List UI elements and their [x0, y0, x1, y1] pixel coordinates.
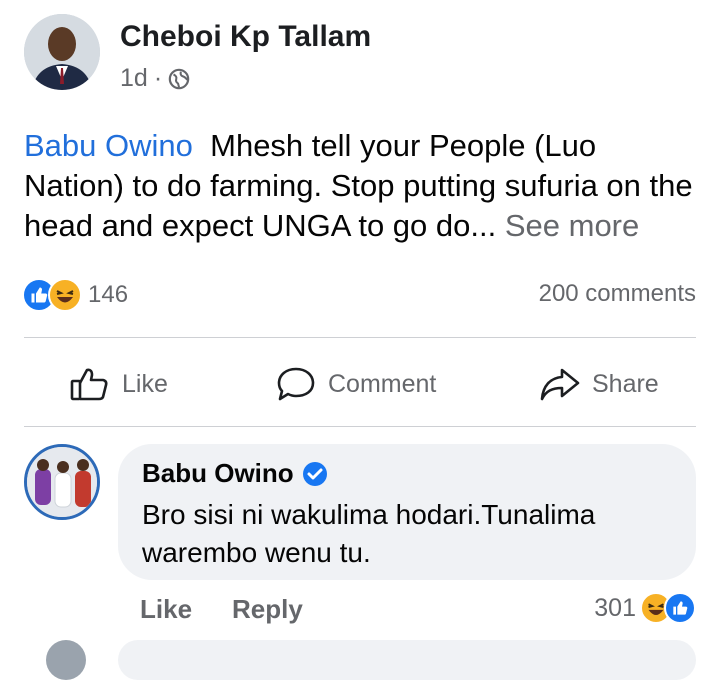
comment-reactions[interactable]: 301 — [594, 592, 696, 624]
post-mention-link[interactable]: Babu Owino — [24, 128, 193, 163]
divider — [24, 426, 696, 427]
thumbs-up-icon — [70, 368, 108, 401]
comment-actions: Like Reply — [140, 594, 303, 625]
like-label: Like — [122, 369, 168, 398]
comment-author[interactable]: Babu Owino — [142, 458, 328, 489]
comments-count-link[interactable]: 200 comments — [539, 280, 696, 308]
divider — [24, 337, 696, 338]
comment-button[interactable]: Comment — [276, 366, 436, 402]
post-body: Babu Owino Mhesh tell your People (Luo N… — [24, 126, 704, 246]
share-label: Share — [592, 369, 659, 398]
share-button[interactable]: Share — [540, 366, 659, 402]
meta-separator: · — [153, 64, 163, 92]
comment-author-name[interactable]: Babu Owino — [142, 458, 294, 489]
commenter-photo — [27, 447, 97, 517]
comment-icon — [277, 367, 315, 401]
share-icon — [540, 368, 580, 401]
like-button[interactable]: Like — [70, 366, 168, 402]
haha-reaction-icon — [48, 278, 82, 312]
comment-reaction-count: 301 — [594, 593, 636, 622]
author-photo — [24, 14, 100, 90]
comment-text: Bro sisi ni wakulima hodari.Tunalima war… — [142, 499, 596, 568]
next-comment-bubble — [118, 640, 696, 680]
post-author-name[interactable]: Cheboi Kp Tallam — [120, 20, 371, 54]
post-meta: 1d · — [120, 64, 190, 93]
comment-label: Comment — [328, 369, 437, 398]
author-avatar[interactable] — [24, 14, 100, 90]
see-more-link[interactable]: See more — [505, 208, 639, 243]
reactions-summary[interactable]: 146 — [22, 278, 128, 312]
globe-icon — [168, 68, 190, 89]
post-time[interactable]: 1d — [120, 64, 148, 93]
reaction-count: 146 — [88, 281, 129, 308]
comment-like-button[interactable]: Like — [140, 594, 192, 625]
verified-icon — [302, 461, 327, 486]
next-commenter-avatar[interactable] — [46, 640, 86, 680]
comment-reply-button[interactable]: Reply — [232, 594, 303, 625]
like-reaction-icon — [664, 592, 696, 624]
commenter-avatar[interactable] — [24, 444, 100, 520]
